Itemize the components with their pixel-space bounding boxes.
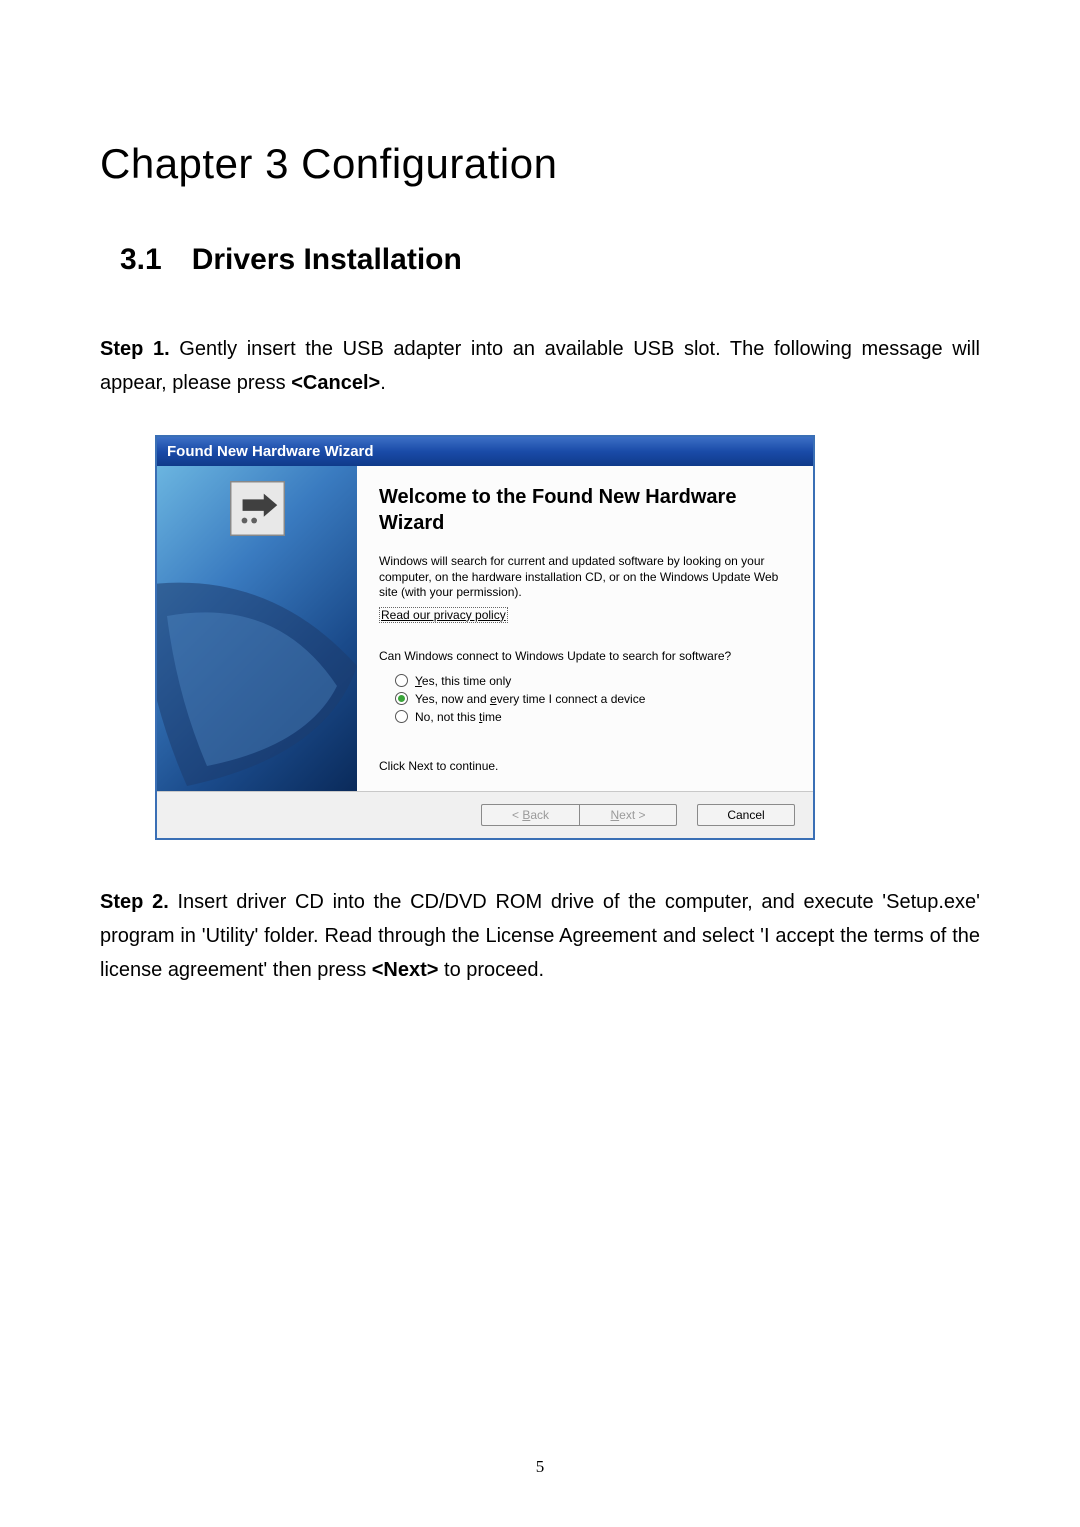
- radio-circle-icon: [395, 710, 408, 723]
- step-1-bold: <Cancel>: [291, 372, 380, 394]
- wizard-titlebar: Found New Hardware Wizard: [157, 437, 813, 466]
- radio-option-no[interactable]: No, not this time: [395, 710, 789, 724]
- radio-group: Yes, this time only Yes, now and every t…: [395, 674, 789, 724]
- section-number: 3.1: [120, 243, 162, 276]
- radio-option-yes-always[interactable]: Yes, now and every time I connect a devi…: [395, 692, 789, 706]
- step-1-paragraph: Step 1. Gently insert the USB adapter in…: [100, 332, 980, 400]
- continue-text: Click Next to continue.: [379, 759, 789, 773]
- sidebar-swoosh-graphic: [157, 556, 357, 791]
- step-1-text-2: .: [380, 372, 386, 394]
- radio-option-yes-once[interactable]: Yes, this time only: [395, 674, 789, 688]
- step-2-text-2: to proceed.: [438, 959, 544, 981]
- wizard-sidebar: [157, 466, 357, 791]
- wizard-body: Welcome to the Found New Hardware Wizard…: [157, 466, 813, 791]
- wizard-intro-paragraph: Windows will search for current and upda…: [379, 554, 789, 601]
- wizard-dialog: Found New Hardware Wizard Welcome to t: [155, 435, 815, 840]
- wizard-heading: Welcome to the Found New Hardware Wizard: [379, 484, 789, 536]
- radio-circle-icon: [395, 674, 408, 687]
- wizard-content: Welcome to the Found New Hardware Wizard…: [357, 466, 813, 791]
- back-button: < Back: [481, 804, 579, 826]
- section-title: 3.1 Drivers Installation: [120, 243, 980, 277]
- step-2-paragraph: Step 2. Insert driver CD into the CD/DVD…: [100, 885, 980, 987]
- page-number: 5: [536, 1457, 545, 1477]
- step-2-label: Step 2.: [100, 891, 169, 913]
- step-2-bold: <Next>: [372, 959, 439, 981]
- step-1-label: Step 1.: [100, 338, 170, 360]
- step-1-text-1: Gently insert the USB adapter into an av…: [100, 338, 980, 394]
- chapter-title: Chapter 3 Configuration: [100, 140, 980, 188]
- wizard-question: Can Windows connect to Windows Update to…: [379, 648, 789, 664]
- radio-circle-selected-icon: [395, 692, 408, 705]
- cancel-button[interactable]: Cancel: [697, 804, 795, 826]
- hardware-icon: [230, 481, 285, 536]
- wizard-footer: < Back Next > Cancel: [157, 791, 813, 838]
- section-name: Drivers Installation: [192, 243, 462, 276]
- privacy-policy-link[interactable]: Read our privacy policy: [379, 607, 508, 623]
- next-button: Next >: [579, 804, 677, 826]
